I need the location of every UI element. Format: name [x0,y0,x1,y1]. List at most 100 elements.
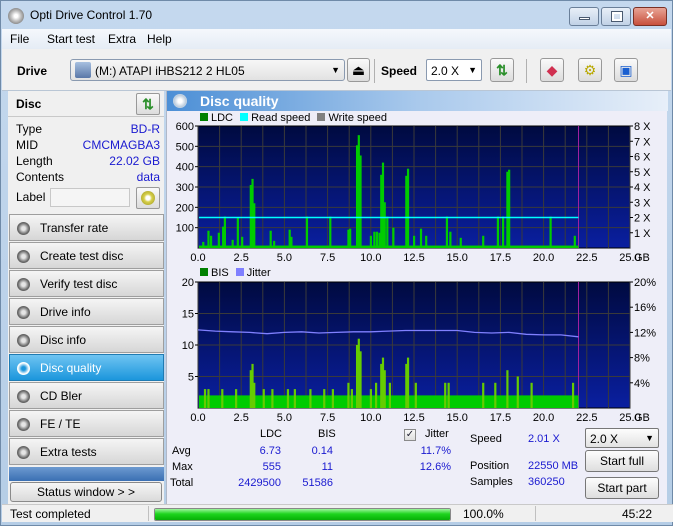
test-speed-select[interactable]: 2.0 X ▼ [585,428,659,448]
y-tick-label: 15 [182,309,194,321]
nav-label: Drive info [40,305,91,319]
y-tick-label: 500 [176,141,194,153]
max-ldc: 555 [262,461,281,473]
disc-label-button[interactable] [136,187,160,209]
start-part-button[interactable]: Start part [585,477,659,499]
y-tick-label: 10 [182,340,194,352]
disc-label-input[interactable] [50,188,130,207]
x-tick-label: 10.0 [360,412,381,421]
progress-bar [154,508,451,521]
error-spike [501,216,505,248]
error-spike [406,168,410,248]
disc-icon [17,362,30,375]
close-button[interactable]: ✕ [633,7,667,26]
speed-select[interactable]: 2.0 X ▼ [426,59,482,81]
x-axis-unit: GB [634,412,650,421]
error-spike [388,382,392,408]
floppy-icon: ▣ [619,62,633,78]
error-spike [253,382,256,408]
status-divider [148,506,149,521]
app-disc-icon [8,8,24,24]
erase-button[interactable]: ◆ [540,58,564,82]
y-right-tick-label: 6 X [634,152,651,164]
error-spike [392,227,395,248]
speed-value: 2.0 X [431,64,460,78]
disc-refresh-button[interactable]: ⇅ [136,93,160,115]
jitter-label: Jitter [425,428,449,440]
maximize-icon [611,11,623,22]
error-spike [209,235,213,248]
error-spike [203,389,207,408]
y-right-tick-label: 16% [634,302,656,314]
status-window-button[interactable]: Status window > > [10,482,162,502]
info-key: Label [16,190,46,204]
nav-transfer-rate[interactable]: Transfer rate [9,214,164,241]
nav-fe-te[interactable]: FE / TE [9,410,164,437]
disc-quality-panel: Disc quality LDC Read speed Write speed … [166,91,668,504]
drive-select[interactable]: (M:) ATAPI iHBS212 2 HL05 ▼ [70,59,345,81]
y-right-tick-label: 3 X [634,197,651,209]
menu-file[interactable]: File [10,32,29,46]
error-spike [286,389,290,408]
nav-cd-bler[interactable]: CD Bler [9,382,164,409]
disc-icon [17,306,30,319]
y-right-tick-label: 4% [634,378,650,390]
nav-drive-info[interactable]: Drive info [9,298,164,325]
maximize-button[interactable] [601,7,631,26]
refresh-speed-button[interactable]: ⇅ [490,58,514,82]
disc-info-mid: MID CMCMAGBA3 [16,138,160,154]
error-spike [293,389,296,408]
error-spike [350,389,353,408]
info-value: BD-R [130,122,160,136]
settings-button[interactable]: ⚙ [578,58,602,82]
save-button[interactable]: ▣ [614,58,638,82]
chevron-down-icon: ▼ [645,433,654,443]
nav-label: Transfer rate [40,221,109,235]
nav-create-test-disc[interactable]: Create test disc [9,242,164,269]
row-avg-label: Avg [172,445,191,457]
nav-verify-test-disc[interactable]: Verify test disc [9,270,164,297]
x-tick-label: 17.5 [490,412,511,421]
cd-icon [141,191,155,205]
x-tick-label: 15.0 [446,252,467,264]
info-key: Type [16,122,43,136]
nav-extra-tests[interactable]: Extra tests [9,438,164,465]
y-right-tick-label: 1 X [634,228,651,240]
status-bar: Test completed 100.0% 45:22 [2,504,673,522]
menu-help[interactable]: Help [147,32,172,46]
error-spike [359,351,362,408]
error-spike [383,202,386,248]
info-key: Contents [16,170,65,184]
info-value: 22.02 GB [109,154,160,168]
minimize-icon [579,17,590,20]
disc-info-contents: Contents data [16,170,160,186]
start-full-button[interactable]: Start full [585,450,659,472]
x-tick-label: 10.0 [360,252,381,264]
nav-disc-quality[interactable]: Disc quality [9,354,164,381]
disc-info-length: Length 22.02 GB [16,154,160,170]
error-baseline [199,245,579,248]
nav-disc-info[interactable]: Disc info [9,326,164,353]
error-spike [369,235,372,248]
refresh-icon: ⇅ [142,96,154,112]
app-window: Opti Drive Control 1.70 ✕ File Start tes… [0,0,673,526]
samples-label: Samples [470,476,513,488]
y-tick-label: 300 [176,182,194,194]
row-total-label: Total [170,477,194,489]
x-tick-label: 2.5 [234,412,249,421]
avg-bis: 0.14 [311,445,333,457]
x-tick-label: 15.0 [446,412,467,421]
error-spike [269,230,272,248]
menu-start-test[interactable]: Start test [47,32,95,46]
run-speed-value: 2.01 X [528,433,560,445]
eject-button[interactable]: ⏏ [347,58,370,82]
refresh-icon: ⇅ [496,62,508,78]
error-spike [516,376,519,408]
menu-extra[interactable]: Extra [108,32,136,46]
minimize-button[interactable] [569,7,599,26]
jitter-checkbox[interactable]: ✓ [404,429,416,441]
window-title: Opti Drive Control 1.70 [30,8,153,22]
position-label: Position [470,460,510,472]
error-spike [413,235,416,248]
disc-header: Disc ⇅ [8,91,164,117]
